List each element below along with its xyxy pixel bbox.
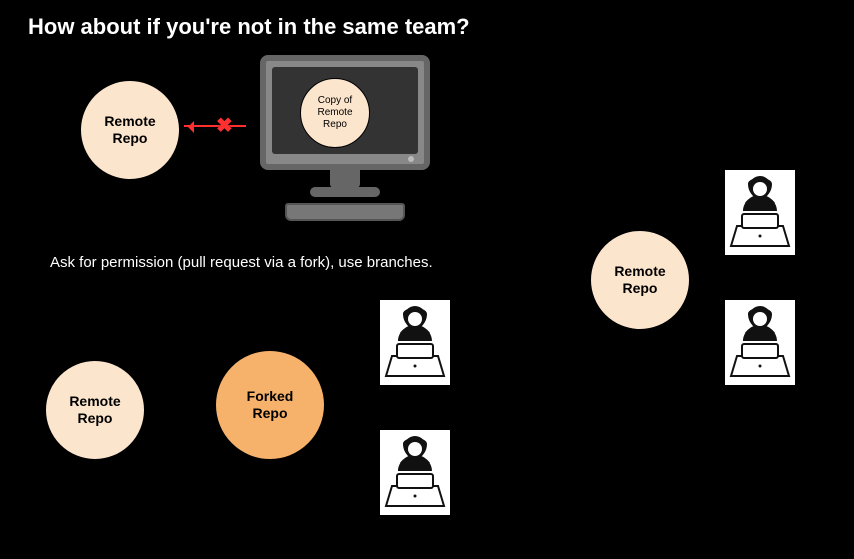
remote-repo-circle-bottom: RemoteRepo	[45, 360, 145, 460]
copy-remote-repo-circle: Copy ofRemoteRepo	[300, 78, 370, 148]
user-icon	[380, 300, 450, 385]
user-icon	[725, 300, 795, 385]
remote-repo-circle-right: RemoteRepo	[590, 230, 690, 330]
page-title: How about if you're not in the same team…	[28, 14, 470, 40]
paragraph: Ask for permission (pull request via a f…	[50, 252, 470, 273]
user-icon	[380, 430, 450, 515]
diagram-canvas: How about if you're not in the same team…	[0, 0, 854, 559]
forked-repo-circle: ForkedRepo	[215, 350, 325, 460]
close-icon: ✖	[216, 113, 233, 138]
remote-repo-circle-top: RemoteRepo	[80, 80, 180, 180]
user-icon	[725, 170, 795, 255]
blocked-push-arrow: ✖	[184, 125, 246, 127]
